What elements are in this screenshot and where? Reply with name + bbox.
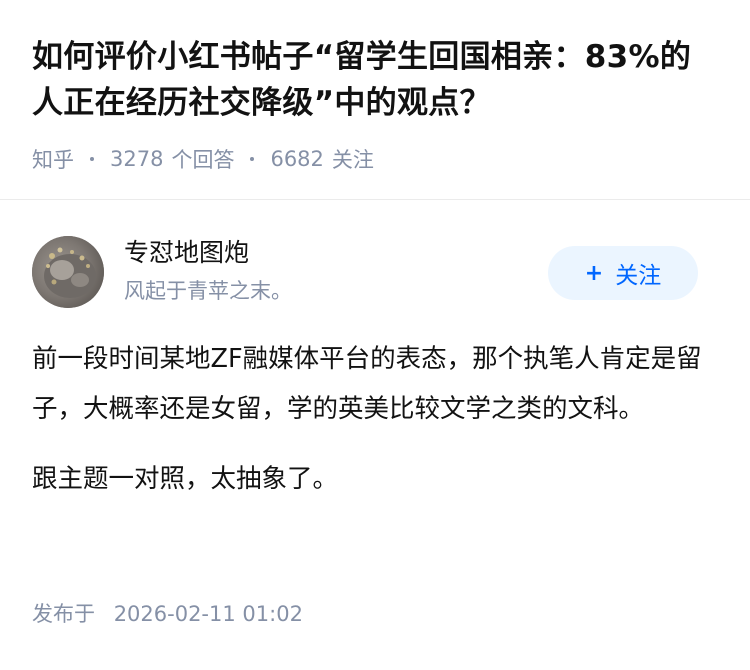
avatar-image [32, 236, 104, 308]
answer-count: 3278 [110, 147, 164, 171]
avatar[interactable] [32, 236, 104, 308]
answer-publish-time: 发布于 2026-02-11 01:02 [32, 598, 303, 628]
publish-time: 2026-02-11 01:02 [113, 602, 303, 626]
plus-icon: + [584, 260, 604, 286]
separator-dot [250, 157, 255, 161]
follower-count: 6682 [270, 147, 324, 171]
answer-count-label: 个回答 [171, 148, 235, 172]
separator-dot [90, 157, 94, 161]
follower-count-label: 关注 [331, 148, 374, 172]
source-label[interactable]: 知乎 [32, 144, 74, 174]
answer-paragraph: 前一段时间某地ZF融媒体平台的表态，那个执笔人肯定是留子，大概率还是女留，学的英… [32, 344, 702, 424]
author-row: 专怼地图炮 风起于青苹之末。 + 关注 [32, 236, 722, 310]
answer-content: 前一段时间某地ZF融媒体平台的表态，那个执笔人肯定是留子，大概率还是女留，学的英… [32, 334, 722, 524]
publish-label: 发布于 [32, 602, 95, 626]
follow-button-label: 关注 [615, 263, 662, 289]
follow-button[interactable]: + 关注 [548, 246, 698, 300]
author-bio: 风起于青苹之末。 [124, 279, 292, 303]
author-name[interactable]: 专怼地图炮 [124, 236, 249, 270]
answer-paragraph: 跟主题一对照，太抽象了。 [32, 464, 339, 494]
question-meta: 知乎 3278 个回答 6682 关注 [32, 144, 374, 174]
question-title[interactable]: 如何评价小红书帖子“留学生回国相亲：83%的人正在经历社交降级”中的观点？ [32, 34, 720, 126]
question-header: 如何评价小红书帖子“留学生回国相亲：83%的人正在经历社交降级”中的观点？ 知乎… [0, 0, 750, 198]
answer-card: 专怼地图炮 风起于青苹之末。 + 关注 前一段时间某地ZF融媒体平台的表态，那个… [0, 200, 750, 670]
